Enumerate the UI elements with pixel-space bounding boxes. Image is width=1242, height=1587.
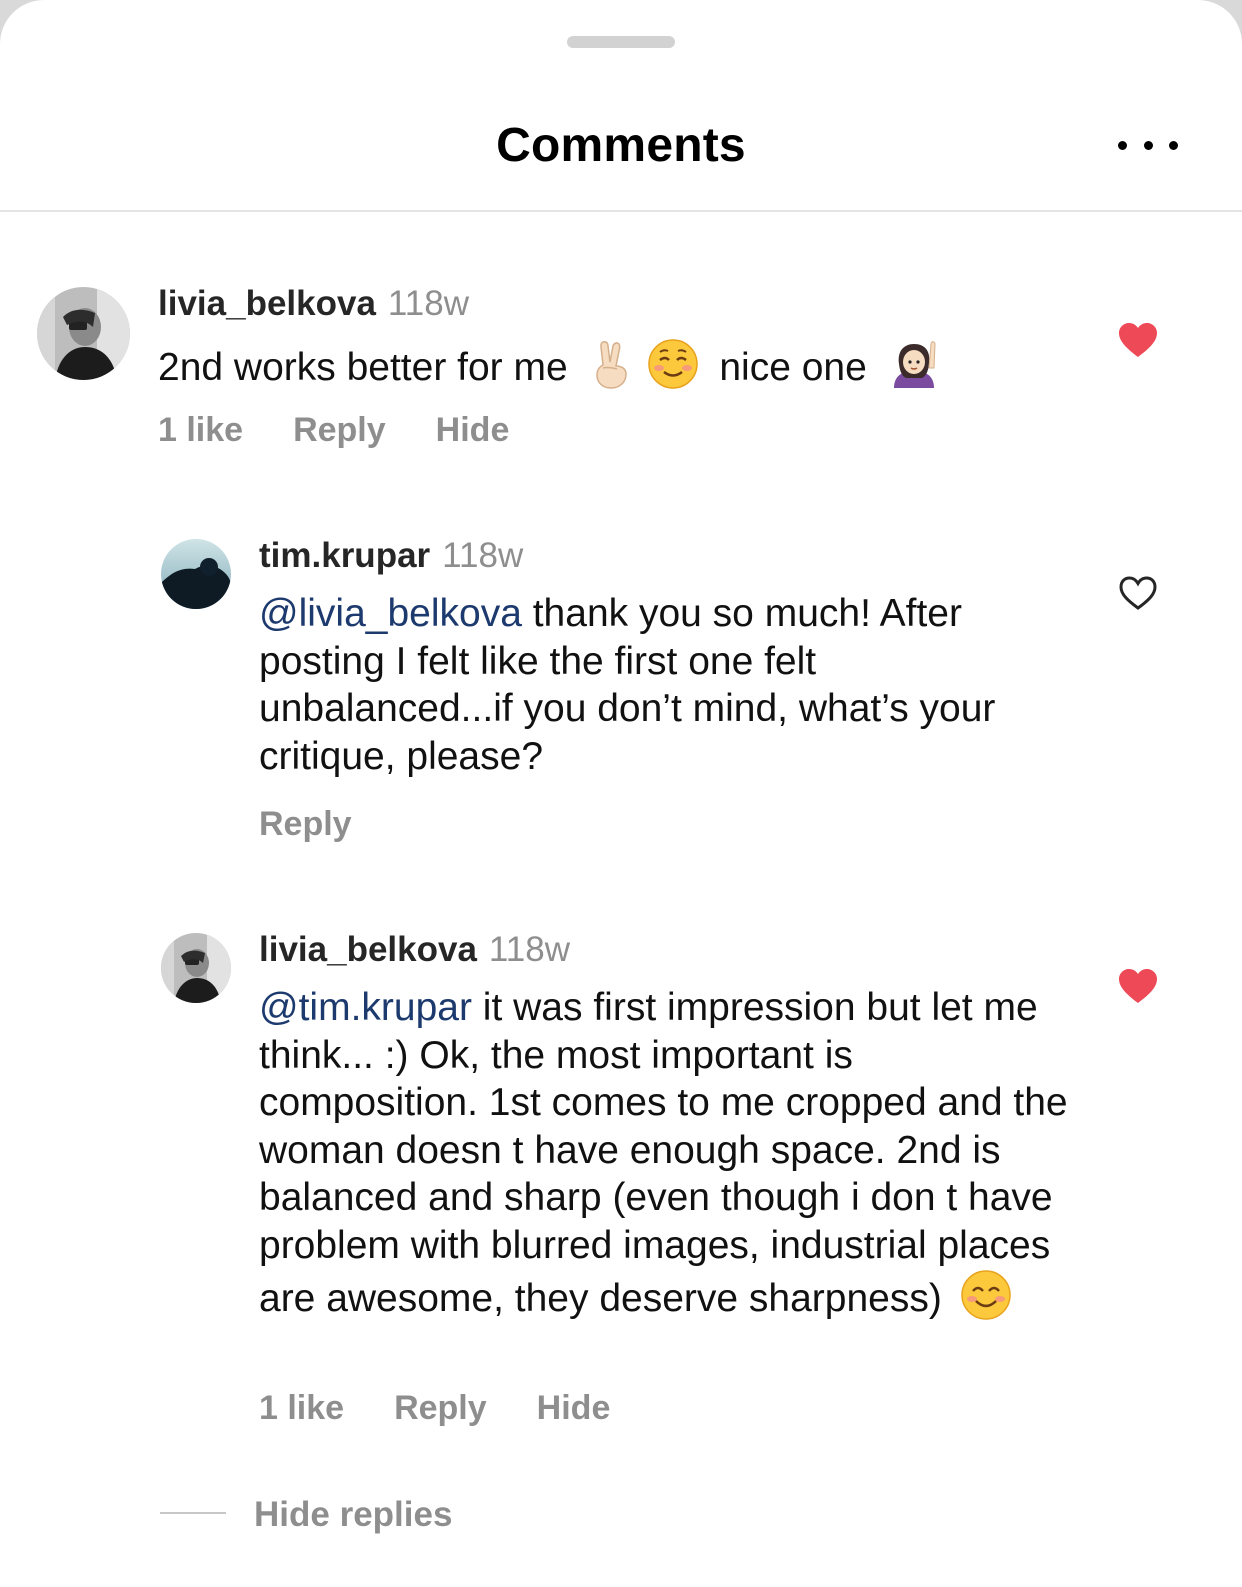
page-title: Comments [496, 119, 746, 172]
hide-button[interactable]: Hide [537, 1389, 611, 1427]
reply-button[interactable]: Reply [394, 1389, 487, 1427]
comment-text: @tim.krupar it was first impression but … [259, 984, 1069, 1333]
hide-button[interactable]: Hide [436, 411, 510, 449]
comment-text: @livia_belkova thank you so much! After … [259, 592, 996, 778]
comment-time: 118w [387, 284, 469, 323]
heart-outline-icon[interactable] [1118, 575, 1158, 611]
person-raising-hand-emoji [888, 338, 940, 402]
heart-filled-icon[interactable] [1118, 968, 1158, 1004]
reply-button[interactable]: Reply [293, 411, 386, 449]
hide-replies-button[interactable]: Hide replies [160, 1495, 452, 1535]
avatar[interactable] [37, 287, 130, 380]
more-options-button[interactable] [1118, 130, 1178, 160]
heart-filled-icon[interactable] [1118, 322, 1158, 358]
reply-button[interactable]: Reply [259, 805, 352, 843]
victory-hand-emoji [589, 338, 633, 402]
avatar[interactable] [161, 933, 231, 1003]
smiling-face-emoji [647, 338, 699, 402]
smiling-face-with-smiling-eyes-emoji [960, 1269, 1012, 1333]
comments-sheet: Comments livia_belkova 118w 2nd works bet… [0, 0, 1242, 1587]
comment-time: 118w [488, 930, 570, 969]
mention-link[interactable]: @livia_belkova [259, 592, 522, 635]
divider [160, 1511, 226, 1514]
comment-username[interactable]: tim.krupar [259, 536, 430, 575]
more-horizontal-icon [1118, 140, 1127, 150]
comment-time: 118w [442, 536, 524, 575]
comment-username[interactable]: livia_belkova [158, 284, 376, 323]
likes-count[interactable]: 1 like [158, 411, 243, 449]
likes-count[interactable]: 1 like [259, 1389, 344, 1427]
mention-link[interactable]: @tim.krupar [259, 986, 472, 1029]
comment-text: 2nd works better for me nice one [158, 338, 1058, 402]
sheet-grabber[interactable] [567, 36, 675, 48]
comments-header: Comments [0, 100, 1242, 212]
comment-username[interactable]: livia_belkova [259, 930, 477, 969]
avatar[interactable] [161, 539, 231, 609]
